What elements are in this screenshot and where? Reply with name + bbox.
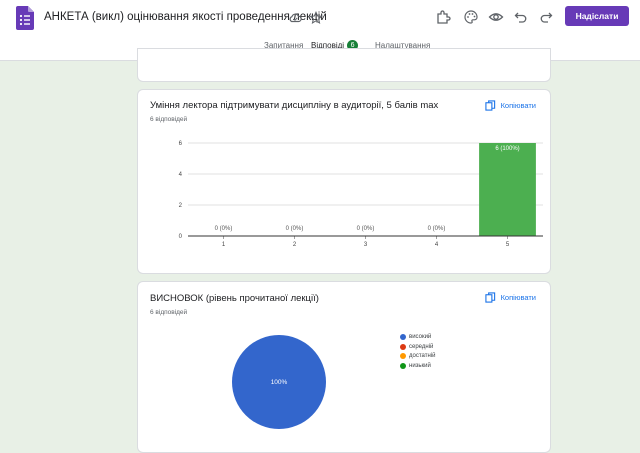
palette-icon[interactable] <box>463 9 479 25</box>
star-icon[interactable] <box>309 11 323 25</box>
bar-data-label: 0 (0%) <box>215 226 233 232</box>
y-tick-label: 4 <box>179 172 183 178</box>
y-tick-label: 0 <box>179 234 183 240</box>
legend-item: високий <box>400 334 431 340</box>
pie-chart: 100% <box>232 335 326 429</box>
question-card-conclusion: ВИСНОВОК (рівень прочитаної лекції) 6 ві… <box>137 281 551 453</box>
y-tick-label: 2 <box>179 203 183 209</box>
cloud-save-status-icon[interactable] <box>288 11 302 25</box>
bar <box>479 143 536 236</box>
legend-label: низький <box>409 362 431 369</box>
legend-swatch <box>400 334 406 340</box>
preview-eye-icon[interactable] <box>488 9 504 25</box>
legend-item: достатній <box>400 353 435 359</box>
forms-logo-icon[interactable] <box>16 6 34 30</box>
question-card-discipline: Уміння лектора підтримувати дисципліну в… <box>137 89 551 274</box>
previous-question-card <box>137 48 551 82</box>
send-button[interactable]: Надіслати <box>565 6 629 26</box>
legend-label: середній <box>409 343 434 350</box>
x-tick-label: 5 <box>506 242 510 248</box>
legend-item: низький <box>400 362 431 369</box>
bar-data-label: 0 (0%) <box>428 226 446 232</box>
bar-data-label: 0 (0%) <box>286 226 304 232</box>
bar-data-label: 0 (0%) <box>357 226 375 232</box>
document-title[interactable]: АНКЕТА (викл) оцінювання якості проведен… <box>44 11 327 23</box>
legend-item: середній <box>400 343 434 350</box>
bar-chart: 0 2 4 6 0 (0%) 1 0 (0%) 2 0 (0%) 3 0 (0%) 4 6 (100%)… <box>179 141 543 248</box>
redo-icon[interactable] <box>538 9 554 25</box>
addons-icon[interactable] <box>435 9 451 25</box>
y-tick-label: 6 <box>179 141 183 147</box>
legend-label: високий <box>409 334 432 340</box>
legend-swatch <box>400 343 406 350</box>
x-tick-label: 3 <box>364 242 368 248</box>
x-tick-label: 4 <box>435 242 439 248</box>
legend-label: достатній <box>409 353 436 359</box>
x-tick-label: 2 <box>293 242 297 248</box>
x-tick-label: 1 <box>222 242 226 248</box>
bar-data-label: 6 (100%) <box>495 146 519 152</box>
legend-swatch <box>400 353 406 359</box>
pie-slice-label: 100% <box>271 379 288 386</box>
undo-icon[interactable] <box>513 9 529 25</box>
legend-swatch <box>400 362 406 369</box>
